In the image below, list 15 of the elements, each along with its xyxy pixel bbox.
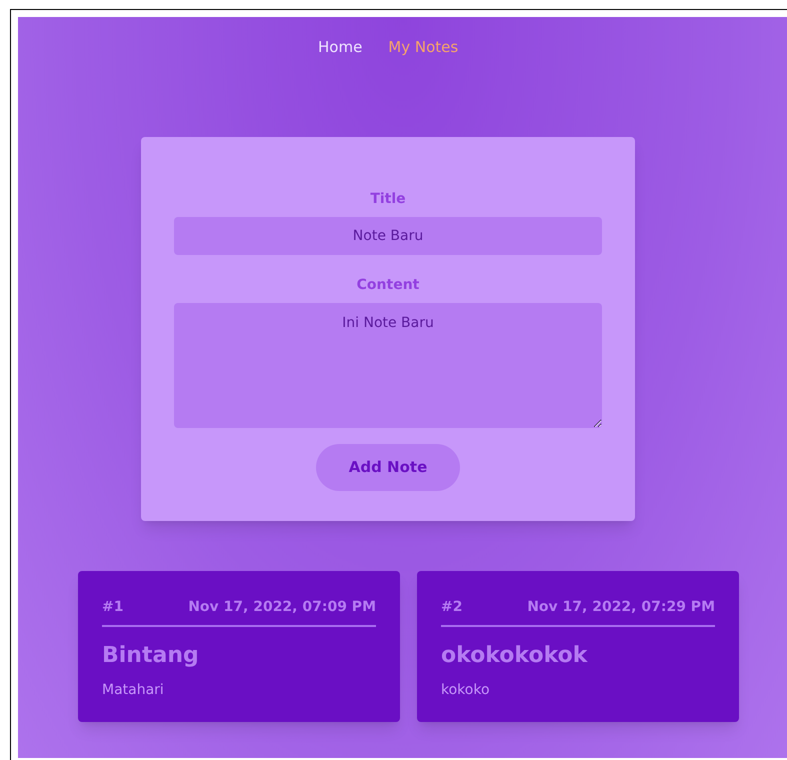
nav-link[interactable]: Home (318, 36, 362, 77)
note-body: kokoko (441, 681, 491, 700)
title-input[interactable]: Note Baru (174, 217, 602, 255)
note-title: Bintang (102, 642, 200, 670)
note-body: Matahari (102, 681, 165, 700)
note-number: #2 (441, 598, 462, 617)
note-date: Nov 17, 2022, 07:29 PM (527, 598, 715, 617)
add-note-button[interactable]: Add Note (316, 444, 460, 491)
nav-link[interactable]: My Notes (388, 36, 458, 77)
field-label: Title (370, 190, 406, 209)
note-number: #1 (102, 598, 124, 617)
content-input[interactable]: Ini Note Baru (174, 303, 602, 428)
note-date: Nov 17, 2022, 07:09 PM (188, 598, 376, 617)
field-label: Content (356, 276, 420, 295)
note-title: okokokokok (441, 642, 589, 670)
